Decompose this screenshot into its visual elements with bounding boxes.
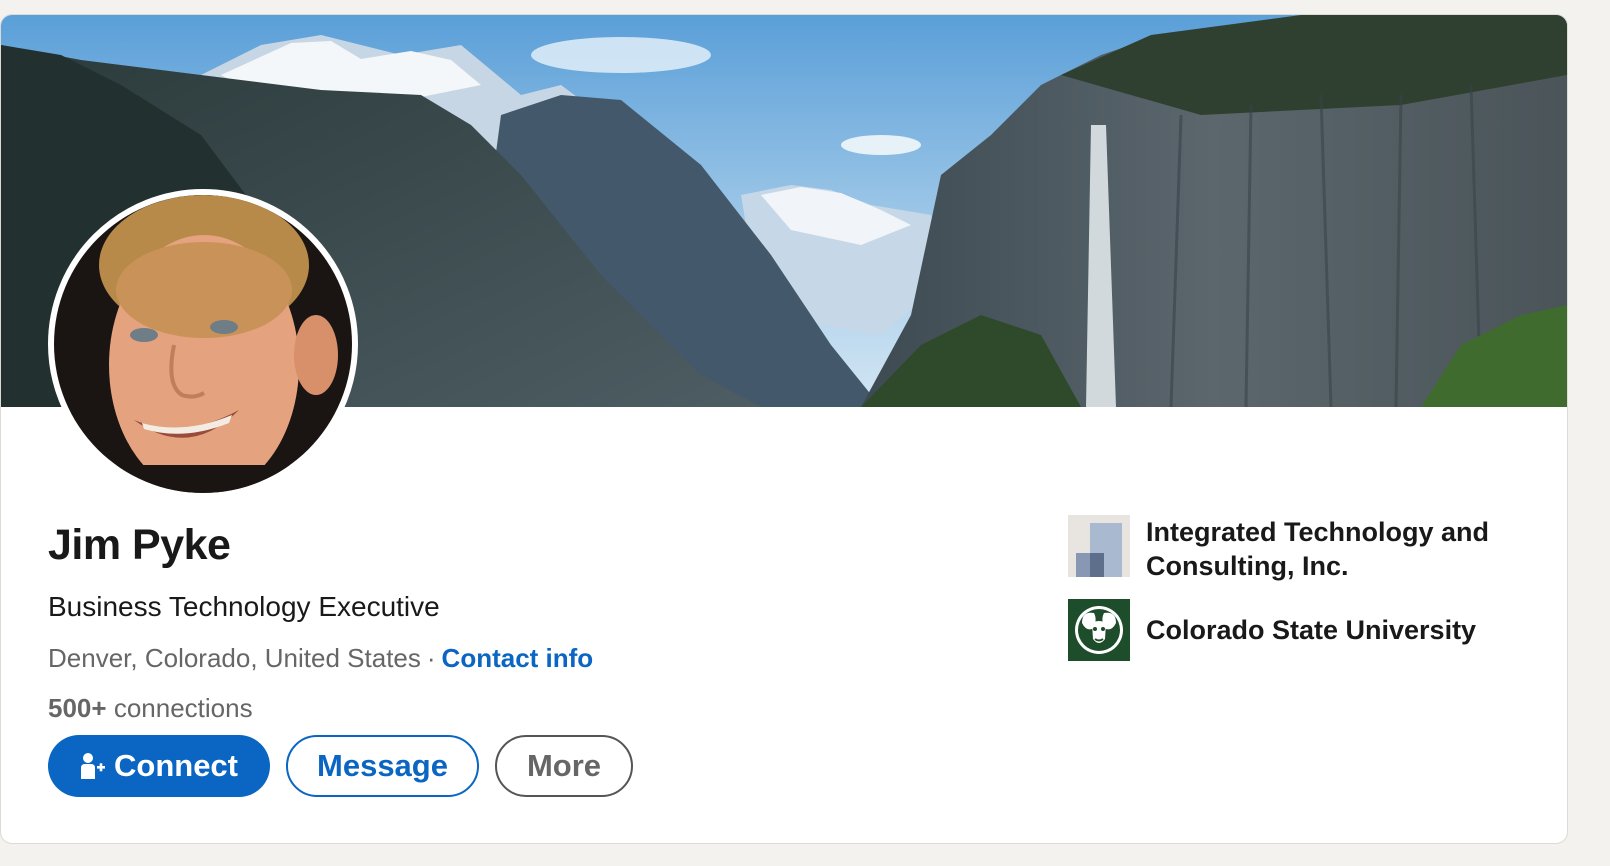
company-name: Integrated Technology and Consulting, In… [1146,517,1490,581]
connections-number: 500+ [48,693,107,723]
connections-label: connections [113,693,253,723]
profile-photo[interactable] [48,189,358,499]
more-button[interactable]: More [495,735,633,797]
message-button[interactable]: Message [286,735,479,797]
message-label: Message [317,748,448,783]
contact-info-link[interactable]: Contact info [442,643,594,673]
more-label: More [526,748,602,783]
profile-card: Jim Pyke Business Technology Executive D… [0,14,1568,844]
ram-logo-icon [1068,599,1130,661]
location-row: Denver, Colorado, United States · Contact … [48,643,593,674]
education-school[interactable]: Colorado State University [1068,599,1526,661]
connections-count[interactable]: 500+ connections [48,693,253,724]
school-name: Colorado State University [1146,615,1477,645]
connect-label: Connect [114,748,238,783]
current-company[interactable]: Integrated Technology and Consulting, In… [1068,515,1526,583]
profile-headline: Business Technology Executive [48,591,440,622]
company-logo-icon [1068,515,1130,577]
connect-button[interactable]: Connect [48,735,270,797]
add-person-icon [80,751,106,781]
separator-dot: · [426,643,436,673]
profile-name: Jim Pyke [48,521,231,569]
profile-location: Denver, Colorado, United States [48,643,421,673]
